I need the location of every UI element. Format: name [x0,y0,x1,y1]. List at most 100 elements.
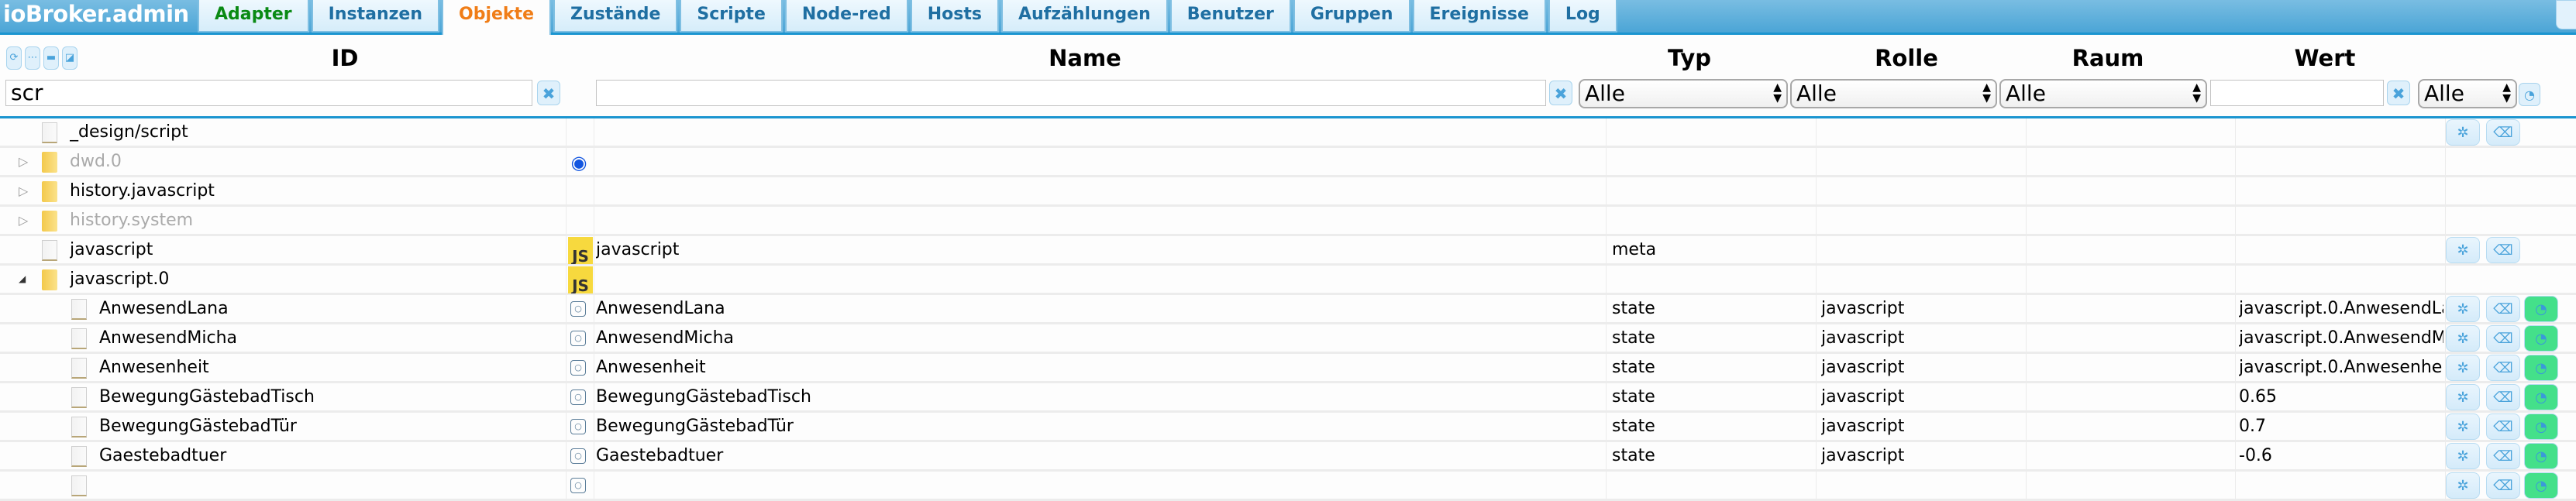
object-value[interactable]: javascript.0.AnwesendLana [2239,295,2443,322]
id-filter-input[interactable]: scr [5,80,532,106]
tab-adapter[interactable]: Adapter [198,0,309,33]
object-value[interactable] [2239,177,2443,204]
name-filter-input[interactable] [596,80,1546,106]
table-row[interactable]: ▷ history.javascript [0,177,2576,207]
object-value[interactable] [2239,148,2443,175]
table-row[interactable]: ▷ dwd.0 ◉ [0,148,2576,177]
delete-button[interactable]: ⌫ [2486,413,2520,440]
column-header-name[interactable]: Name [1007,45,1162,71]
edit-button[interactable]: ✲ [2446,325,2480,352]
column-header-raum[interactable]: Raum [2061,45,2154,71]
object-id[interactable]: BewegungGästebadTisch [99,383,558,410]
history-button[interactable]: ◔ [2524,472,2558,499]
object-value[interactable] [2239,236,2443,263]
tab-node-red[interactable]: Node-red [784,0,908,33]
object-id[interactable]: dwd.0 [70,148,558,175]
table-row[interactable]: ▷ history.system [0,207,2576,236]
object-id[interactable]: _design/script [70,118,558,146]
history-button[interactable]: ◔ [2524,355,2558,381]
table-row[interactable]: javascript JS javascript meta ✲ ⌫ [0,236,2576,266]
table-row[interactable]: ◢ javascript.0 JS [0,266,2576,295]
object-id[interactable] [99,472,558,499]
expand-toggle-icon[interactable]: ▷ [19,177,29,204]
delete-button[interactable]: ⌫ [2486,443,2520,469]
object-id[interactable]: Anwesenheit [99,354,558,381]
object-id[interactable]: history.system [70,207,558,234]
extra-filter-select[interactable]: Alle ▲ ▼ [2418,79,2517,108]
collapse-toggle-icon[interactable]: ◢ [19,266,29,293]
column-header-typ[interactable]: Typ [1651,45,1728,71]
expand-toggle-icon[interactable]: ▷ [19,207,29,234]
table-row[interactable]: AnwesendMicha ○ AnwesendMicha state javascri… [0,324,2576,354]
edit-button[interactable]: ✲ [2446,119,2480,146]
tab-hosts[interactable]: Hosts [910,0,999,33]
object-value[interactable] [2239,266,2443,293]
clear-wert-filter-button[interactable]: ✖ [2387,81,2410,105]
history-button[interactable]: ◔ [2524,443,2558,469]
rolle-filter-select[interactable]: Alle ▲ ▼ [1790,79,1997,108]
edit-button[interactable]: ✲ [2446,472,2480,499]
object-value[interactable]: -0.6 [2239,442,2443,469]
delete-button[interactable]: ⌫ [2486,325,2520,352]
tab-aufz-hlungen[interactable]: Aufzählungen [1000,0,1168,33]
folder-open-icon[interactable]: ◪ [62,46,77,70]
edit-button[interactable]: ✲ [2446,443,2480,469]
tab-scripte[interactable]: Scripte [680,0,783,33]
table-row[interactable]: BewegungGästebadTür ○ BewegungGästebadTür s… [0,413,2576,442]
folder-closed-icon[interactable]: ▬ [43,46,59,70]
object-value[interactable] [2239,207,2443,234]
tab-gruppen[interactable]: Gruppen [1293,0,1410,33]
tab-objekte[interactable]: Objekte [442,0,551,35]
delete-button[interactable]: ⌫ [2486,384,2520,410]
delete-button[interactable]: ⌫ [2486,119,2520,146]
delete-button[interactable]: ⌫ [2486,355,2520,381]
edit-button[interactable]: ✲ [2446,384,2480,410]
typ-filter-select[interactable]: Alle ▲ ▼ [1579,79,1788,108]
delete-button[interactable]: ⌫ [2486,472,2520,499]
object-id[interactable]: history.javascript [70,177,558,204]
object-id[interactable]: Gaestebadtuer [99,442,558,469]
table-row[interactable]: _design/script ✲ ⌫ [0,118,2576,148]
history-button[interactable]: ◔ [2524,413,2558,440]
settings-corner-button[interactable] [2556,0,2576,29]
delete-button[interactable]: ⌫ [2486,237,2520,263]
edit-button[interactable]: ✲ [2446,413,2480,440]
edit-button[interactable]: ✲ [2446,237,2480,263]
tab-ereignisse[interactable]: Ereignisse [1412,0,1546,33]
clear-name-filter-button[interactable]: ✖ [1549,81,1572,105]
history-button[interactable]: ◔ [2524,296,2558,322]
history-filter-button[interactable]: ◔ [2519,83,2540,106]
tab-benutzer[interactable]: Benutzer [1169,0,1291,33]
object-value[interactable]: javascript.0.AnwesendMicha [2239,324,2443,352]
tab-zust-nde[interactable]: Zustände [553,0,678,33]
object-value[interactable]: 0.7 [2239,413,2443,440]
object-id[interactable]: javascript.0 [70,266,558,293]
object-value[interactable]: javascript.0.Anwesenheit [2239,354,2443,381]
object-id[interactable]: javascript [70,236,558,263]
expand-toggle-icon[interactable]: ▷ [19,148,29,175]
edit-button[interactable]: ✲ [2446,355,2480,381]
wert-filter-input[interactable] [2210,80,2384,106]
object-id[interactable]: AnwesendMicha [99,324,558,352]
refresh-icon[interactable]: ⟳ [6,46,22,70]
table-row[interactable]: BewegungGästebadTisch ○ BewegungGästebadTi… [0,383,2576,413]
column-header-id[interactable]: ID [294,45,395,71]
column-header-wert[interactable]: Wert [2278,45,2371,71]
table-row[interactable]: Gaestebadtuer ○ Gaestebadtuer state javascri… [0,442,2576,472]
tab-instanzen[interactable]: Instanzen [311,0,440,33]
table-row[interactable]: ○ ✲ ⌫ ◔ [0,472,2576,501]
table-row[interactable]: Anwesenheit ○ Anwesenheit state javascript ja… [0,354,2576,383]
edit-button[interactable]: ✲ [2446,296,2480,322]
delete-button[interactable]: ⌫ [2486,296,2520,322]
object-value[interactable] [2239,118,2443,146]
column-header-rolle[interactable]: Rolle [1860,45,1953,71]
raum-filter-select[interactable]: Alle ▲ ▼ [1999,79,2207,108]
clear-id-filter-button[interactable]: ✖ [537,81,560,105]
tab-log[interactable]: Log [1548,0,1617,33]
table-row[interactable]: AnwesendLana ○ AnwesendLana state javascript… [0,295,2576,324]
object-value[interactable] [2239,472,2443,499]
object-id[interactable]: BewegungGästebadTür [99,413,558,440]
object-value[interactable]: 0.65 [2239,383,2443,410]
object-id[interactable]: AnwesendLana [99,295,558,322]
list-icon[interactable]: ⋯ [25,46,40,70]
